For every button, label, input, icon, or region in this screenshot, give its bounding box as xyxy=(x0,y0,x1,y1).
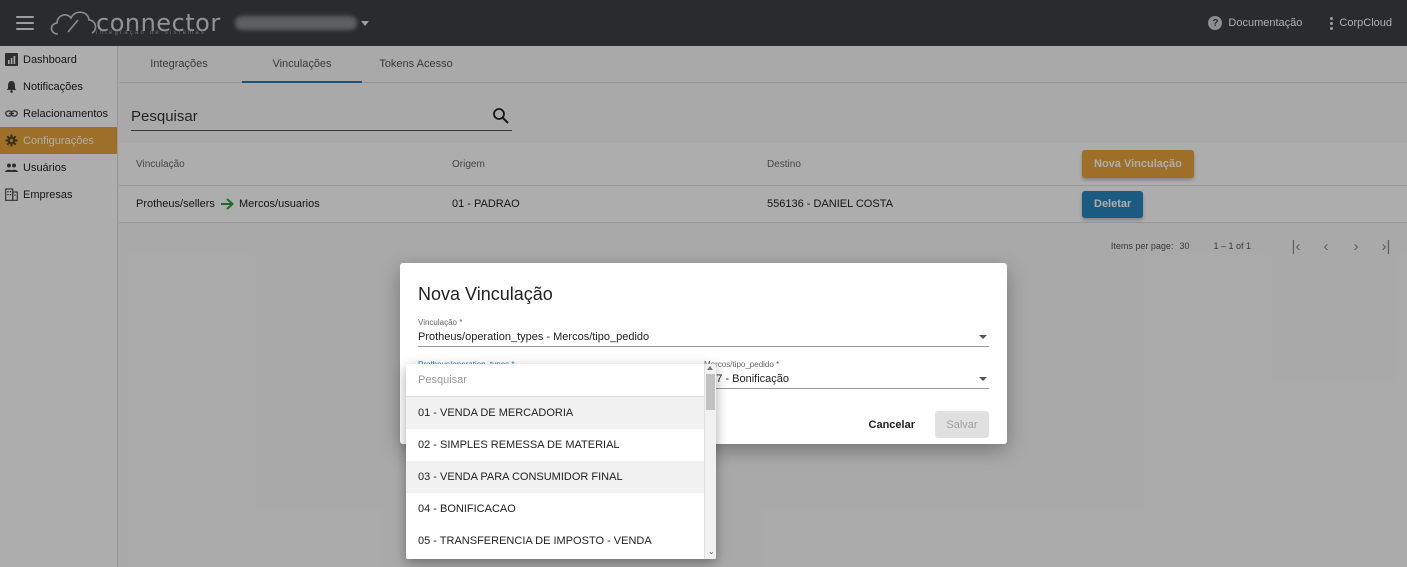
origin-options-panel: 01 - VENDA DE MERCADORIA 02 - SIMPLES RE… xyxy=(406,364,716,559)
destination-select[interactable]: Mercos/tipo_pedido * 817 - Bonificação xyxy=(704,360,989,389)
vinculacao-select[interactable]: Vinculação * Protheus/operation_types - … xyxy=(418,318,989,347)
option-item[interactable]: 04 - BONIFICACAO xyxy=(406,493,704,525)
option-item[interactable]: 05 - TRANSFERENCIA DE IMPOSTO - VENDA xyxy=(406,525,704,557)
option-item[interactable]: 01 - VENDA DE MERCADORIA xyxy=(406,397,704,429)
chevron-down-icon xyxy=(979,335,987,339)
chevron-down-icon xyxy=(979,377,987,381)
dropdown-search xyxy=(406,364,716,397)
scroll-up-icon[interactable] xyxy=(707,366,713,370)
option-item[interactable]: 03 - VENDA PARA CONSUMIDOR FINAL xyxy=(406,461,704,493)
option-item[interactable]: 02 - SIMPLES REMESSA DE MATERIAL xyxy=(406,429,704,461)
dropdown-search-input[interactable] xyxy=(418,374,698,386)
dialog-title: Nova Vinculação xyxy=(418,284,553,304)
dropdown-scrollbar[interactable]: ⌄ xyxy=(704,364,716,559)
save-button[interactable]: Salvar xyxy=(935,411,989,438)
scroll-down-icon[interactable]: ⌄ xyxy=(708,548,715,556)
scrollbar-thumb[interactable] xyxy=(706,374,715,410)
destination-label: Mercos/tipo_pedido * xyxy=(704,360,780,369)
vinculacao-value: Protheus/operation_types - Mercos/tipo_p… xyxy=(418,331,650,343)
vinculacao-label: Vinculação * xyxy=(418,318,463,327)
cancel-button[interactable]: Cancelar xyxy=(865,411,919,438)
destination-value: 817 - Bonificação xyxy=(704,373,789,385)
